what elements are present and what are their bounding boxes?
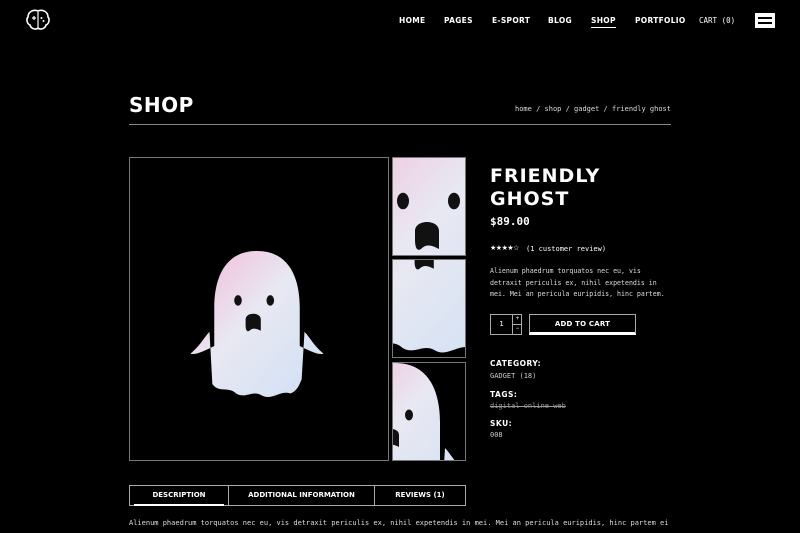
breadcrumb-separator: / (531, 105, 545, 113)
add-to-cart-button[interactable]: ADD TO CART (529, 314, 636, 335)
product-price: $89.00 (490, 215, 530, 228)
category-label: CATEGORY: (490, 359, 542, 368)
breadcrumb-home[interactable]: home (515, 105, 532, 113)
product-title: FRIENDLY GHOST (490, 165, 601, 210)
page-title: SHOP (129, 93, 194, 117)
quantity-increase-button[interactable]: + (512, 315, 522, 325)
breadcrumb-shop[interactable]: shop (545, 105, 562, 113)
breadcrumb-separator: / (561, 105, 575, 113)
nav-pages[interactable]: PAGES (444, 16, 473, 25)
tab-description[interactable]: DESCRIPTION (130, 486, 228, 506)
breadcrumb-separator: / (599, 105, 612, 113)
sku-label: SKU: (490, 419, 513, 428)
product-main-image[interactable] (129, 157, 389, 461)
nav-home[interactable]: HOME (399, 16, 425, 25)
quantity-decrease-button[interactable]: − (512, 324, 522, 334)
nav-shop[interactable]: SHOP (591, 16, 616, 28)
cart-link[interactable]: CART (0) (699, 16, 735, 25)
product-tabs: DESCRIPTION ADDITIONAL INFORMATION REVIE… (129, 485, 466, 506)
product-thumbnail[interactable] (392, 362, 466, 461)
sku-value: 008 (490, 431, 503, 439)
nav-blog[interactable]: BLOG (548, 16, 572, 25)
breadcrumb-gadget[interactable]: gadget (574, 105, 599, 113)
hamburger-menu-icon[interactable] (755, 13, 775, 28)
quantity-input[interactable] (491, 315, 512, 334)
star-empty-icon: ☆ (513, 245, 519, 252)
star-rating: ★★★★☆ (490, 244, 519, 252)
breadcrumb: home / shop / gadget / friendly ghost (515, 105, 671, 113)
tab-reviews[interactable]: REVIEWS (1) (374, 486, 465, 505)
quantity-stepper: + − (490, 314, 522, 335)
tags-links[interactable]: digital online web (490, 402, 566, 410)
tags-label: TAGS: (490, 390, 518, 399)
breadcrumb-current: friendly ghost (611, 105, 671, 113)
category-link[interactable]: GADGET (18) (490, 372, 536, 380)
review-link[interactable]: (1 customer review) (526, 245, 606, 253)
title-divider (129, 124, 671, 125)
tab-content-description: Alienum phaedrum torquatos nec eu, vis d… (129, 519, 669, 527)
nav-portfolio[interactable]: PORTFOLIO (635, 16, 686, 25)
product-thumbnail[interactable] (392, 157, 466, 256)
nav-esport[interactable]: E-SPORT (492, 16, 530, 25)
product-thumbnail[interactable] (392, 259, 466, 358)
tab-additional-information[interactable]: ADDITIONAL INFORMATION (228, 486, 374, 505)
product-short-description: Alienum phaedrum torquatos nec eu, vis d… (490, 267, 665, 298)
main-navigation: HOME PAGES E-SPORT BLOG SHOP PORTFOLIO (0, 16, 800, 28)
